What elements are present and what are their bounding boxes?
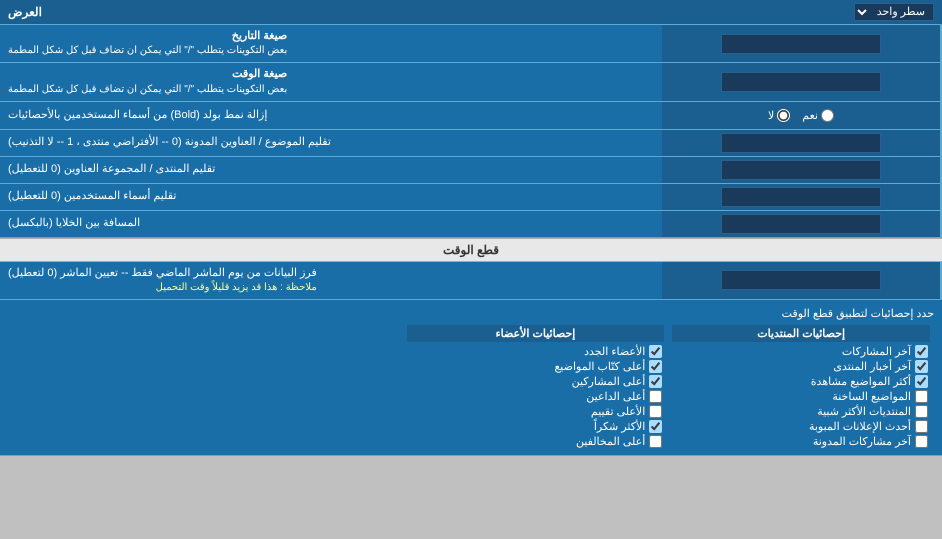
date-format-input[interactable]: d-m [721, 34, 881, 54]
date-format-label: صيغة التاريخ بعض التكوينات يتطلب "/" الت… [0, 25, 662, 62]
forum-topics-label: تقليم الموضوع / العناوين المدونة (0 -- ا… [0, 130, 662, 156]
list-item: المواضيع الساخنة [672, 389, 930, 404]
list-item: أعلى كتّاب المواضيع [407, 359, 665, 374]
cell-distance-label: المسافة بين الخلايا (بالبكسل) [0, 211, 662, 237]
time-format-input[interactable]: H:i [721, 72, 881, 92]
cell-distance-row: 2 المسافة بين الخلايا (بالبكسل) [0, 211, 942, 238]
bold-radio-cell: نعم لا [662, 102, 942, 129]
display-select[interactable]: سطر واحدسطرانثلاثة أسطر [854, 3, 934, 21]
realtime-section-header: قطع الوقت [0, 238, 942, 262]
stat-forum-5[interactable] [915, 420, 928, 433]
stats-col-members: إحصائيات الأعضاء الأعضاء الجدد أعلى كتّا… [403, 323, 669, 451]
usernames-row: 0 تقليم أسماء المستخدمين (0 للتعطيل) [0, 184, 942, 211]
filter-note: ملاحظة : هذا قد يزيد قليلاً وقت التحميل [8, 281, 317, 295]
stat-member-3[interactable] [649, 390, 662, 403]
usernames-input[interactable]: 0 [721, 187, 881, 207]
bold-label: إزالة نمط بولد (Bold) من أسماء المستخدمي… [0, 102, 662, 129]
filter-row: 0 فرز البيانات من يوم الماشر الماضي فقط … [0, 262, 942, 300]
stats-col-empty [8, 323, 403, 451]
bold-no-label[interactable]: لا [768, 109, 790, 122]
list-item: أعلى الداعين [407, 389, 665, 404]
date-format-row: d-m صيغة التاريخ بعض التكوينات يتطلب "/"… [0, 25, 942, 63]
bold-yes-radio[interactable] [821, 109, 834, 122]
date-format-input-cell: d-m [662, 25, 942, 62]
stat-member-4[interactable] [649, 405, 662, 418]
forum-group-label: تقليم المنتدى / المجموعة العناوين (0 للت… [0, 157, 662, 183]
time-format-row: H:i صيغة الوقت بعض التكوينات يتطلب "/" ا… [0, 63, 942, 101]
forum-group-input-cell: 33 [662, 157, 942, 183]
cell-distance-input[interactable]: 2 [721, 214, 881, 234]
filter-label: فرز البيانات من يوم الماشر الماضي فقط --… [0, 262, 662, 299]
list-item: أكثر المواضيع مشاهدة [672, 374, 930, 389]
stats-col-forums: إحصائيات المنتديات آخر المشاركات آخر أخب… [668, 323, 934, 451]
main-container: سطر واحدسطرانثلاثة أسطر العرض d-m صيغة ا… [0, 0, 942, 456]
bold-row: نعم لا إزالة نمط بولد (Bold) من أسماء ال… [0, 102, 942, 130]
time-format-sublabel: بعض التكوينات يتطلب "/" التي يمكن ان تضا… [8, 83, 287, 97]
stats-title: حدد إحصائيات لتطبيق قطع الوقت [8, 304, 934, 323]
stat-forum-3[interactable] [915, 390, 928, 403]
list-item: آخر المشاركات [672, 344, 930, 359]
bold-yes-label[interactable]: نعم [802, 109, 834, 122]
list-item: أحدث الإعلانات المبوبة [672, 419, 930, 434]
usernames-input-cell: 0 [662, 184, 942, 210]
stats-col1-title: إحصائيات المنتديات [672, 325, 930, 342]
forum-topics-input-cell: 33 [662, 130, 942, 156]
stat-forum-0[interactable] [915, 345, 928, 358]
time-format-label: صيغة الوقت بعض التكوينات يتطلب "/" التي … [0, 63, 662, 100]
list-item: آخر مشاركات المدونة [672, 434, 930, 449]
stat-member-0[interactable] [649, 345, 662, 358]
stat-forum-6[interactable] [915, 435, 928, 448]
forum-group-input[interactable]: 33 [721, 160, 881, 180]
stats-col2-title: إحصائيات الأعضاء [407, 325, 665, 342]
list-item: آخر أخبار المنتدى [672, 359, 930, 374]
stat-member-2[interactable] [649, 375, 662, 388]
stats-grid: إحصائيات المنتديات آخر المشاركات آخر أخب… [8, 323, 934, 451]
forum-topics-row: 33 تقليم الموضوع / العناوين المدونة (0 -… [0, 130, 942, 157]
usernames-label: تقليم أسماء المستخدمين (0 للتعطيل) [0, 184, 662, 210]
bold-radio-group: نعم لا [758, 105, 844, 126]
time-format-input-cell: H:i [662, 63, 942, 100]
time-format-title: صيغة الوقت [8, 67, 287, 82]
filter-input[interactable]: 0 [721, 270, 881, 290]
list-item: المنتديات الأكثر شبية [672, 404, 930, 419]
header-row: سطر واحدسطرانثلاثة أسطر العرض [0, 0, 942, 25]
list-item: أعلى المشاركين [407, 374, 665, 389]
filter-main-label: فرز البيانات من يوم الماشر الماضي فقط --… [8, 266, 317, 281]
forum-group-row: 33 تقليم المنتدى / المجموعة العناوين (0 … [0, 157, 942, 184]
list-item: الأعضاء الجدد [407, 344, 665, 359]
list-item: الأكثر شكراً [407, 419, 665, 434]
date-format-title: صيغة التاريخ [8, 29, 287, 44]
stat-forum-2[interactable] [915, 375, 928, 388]
filter-input-cell: 0 [662, 262, 942, 299]
cell-distance-input-cell: 2 [662, 211, 942, 237]
list-item: أعلى المخالفين [407, 434, 665, 449]
header-label: العرض [8, 5, 42, 19]
stat-member-5[interactable] [649, 420, 662, 433]
list-item: الأعلى تقييم [407, 404, 665, 419]
stat-forum-4[interactable] [915, 405, 928, 418]
date-format-sublabel: بعض التكوينات يتطلب "/" التي يمكن ان تضا… [8, 44, 287, 58]
stats-section: حدد إحصائيات لتطبيق قطع الوقت إحصائيات ا… [0, 300, 942, 456]
forum-topics-input[interactable]: 33 [721, 133, 881, 153]
bold-no-radio[interactable] [777, 109, 790, 122]
stat-member-6[interactable] [649, 435, 662, 448]
stat-member-1[interactable] [649, 360, 662, 373]
stat-forum-1[interactable] [915, 360, 928, 373]
